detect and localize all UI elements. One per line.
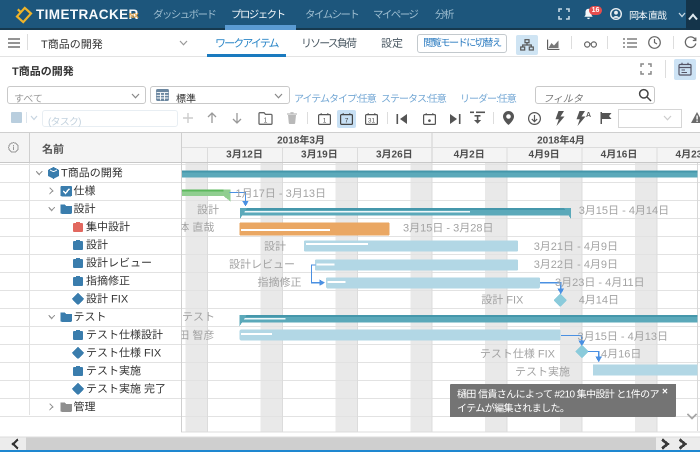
svg-text:テスト実施: テスト実施 xyxy=(86,365,141,378)
svg-text:設計レビュー: 設計レビュー xyxy=(86,257,152,270)
svg-text:1: 1 xyxy=(322,117,326,124)
svg-text:設計 FIX: 設計 FIX xyxy=(86,293,129,306)
svg-text:2018年3月: 2018年3月 xyxy=(277,135,325,147)
svg-text:田 智彦: 田 智彦 xyxy=(178,329,214,342)
svg-text:4月23日: 4月23日 xyxy=(676,149,700,160)
svg-text:3月19日: 3月19日 xyxy=(301,149,338,160)
svg-text:4月14日: 4月14日 xyxy=(579,295,619,307)
svg-text:設計レビュー: 設計レビュー xyxy=(229,258,295,271)
svg-text:T商品の開発: T商品の開発 xyxy=(61,167,123,180)
svg-text:4月16日: 4月16日 xyxy=(601,349,641,361)
svg-text:3月12日: 3月12日 xyxy=(226,149,263,160)
svg-text:3月23日 - 4月11日: 3月23日 - 4月11日 xyxy=(555,277,645,289)
svg-text:設計: 設計 xyxy=(197,204,219,217)
svg-text:3月15日 - 4月13日: 3月15日 - 4月13日 xyxy=(578,331,668,343)
svg-text:4月16日: 4月16日 xyxy=(601,149,638,160)
svg-text:×: × xyxy=(662,387,668,398)
svg-text:設計: 設計 xyxy=(74,203,96,216)
svg-text:1: 1 xyxy=(263,117,267,124)
svg-text:テスト: テスト xyxy=(74,312,107,324)
svg-text:テスト実施: テスト実施 xyxy=(515,366,570,379)
svg-text:名前: 名前 xyxy=(42,143,64,156)
svg-text:3月26日: 3月26日 xyxy=(376,149,413,160)
svg-text:1月17日 - 3月13日: 1月17日 - 3月13日 xyxy=(236,188,326,200)
svg-text:体 直哉: 体 直哉 xyxy=(178,221,214,234)
svg-text:A: A xyxy=(586,112,591,119)
svg-text:3月21日 - 4月9日: 3月21日 - 4月9日 xyxy=(534,241,618,253)
svg-text:仕様: 仕様 xyxy=(74,185,96,198)
svg-text:4月2日: 4月2日 xyxy=(454,149,485,160)
svg-text:テスト仕様設計: テスト仕様設計 xyxy=(86,329,163,342)
svg-text:樋田 信貴さんによって #210 集中設計 と1件のア: 樋田 信貴さんによって #210 集中設計 と1件のア xyxy=(457,389,660,401)
svg-text:●: ● xyxy=(427,117,431,124)
svg-text:指摘修正: 指摘修正 xyxy=(86,275,130,288)
svg-text:集中設計: 集中設計 xyxy=(86,221,130,234)
svg-text:2018年4月: 2018年4月 xyxy=(537,135,585,147)
svg-text:イテムが編集されました。: イテムが編集されました。 xyxy=(457,403,569,415)
svg-text:設計: 設計 xyxy=(264,240,286,253)
svg-text:管理: 管理 xyxy=(74,401,96,414)
svg-text:7: 7 xyxy=(345,117,349,124)
svg-text:3月15日 - 4月14日: 3月15日 - 4月14日 xyxy=(579,205,669,217)
svg-text:4月9日: 4月9日 xyxy=(529,149,560,160)
svg-text:指摘修正: 指摘修正 xyxy=(258,276,302,289)
svg-text:設計: 設計 xyxy=(86,239,108,252)
svg-text:テスト実施 完了: テスト実施 完了 xyxy=(86,383,166,396)
svg-text:テスト仕様 FIX: テスト仕様 FIX xyxy=(86,347,162,360)
svg-text:31: 31 xyxy=(367,117,375,124)
svg-text:3月22日 - 4月9日: 3月22日 - 4月9日 xyxy=(534,259,618,271)
svg-text:3月15日 - 3月28日: 3月15日 - 3月28日 xyxy=(403,223,493,235)
svg-text:設計 FIX: 設計 FIX xyxy=(481,294,524,307)
svg-text:テスト仕様 FIX: テスト仕様 FIX xyxy=(480,348,556,361)
svg-text:テスト: テスト xyxy=(182,312,215,324)
